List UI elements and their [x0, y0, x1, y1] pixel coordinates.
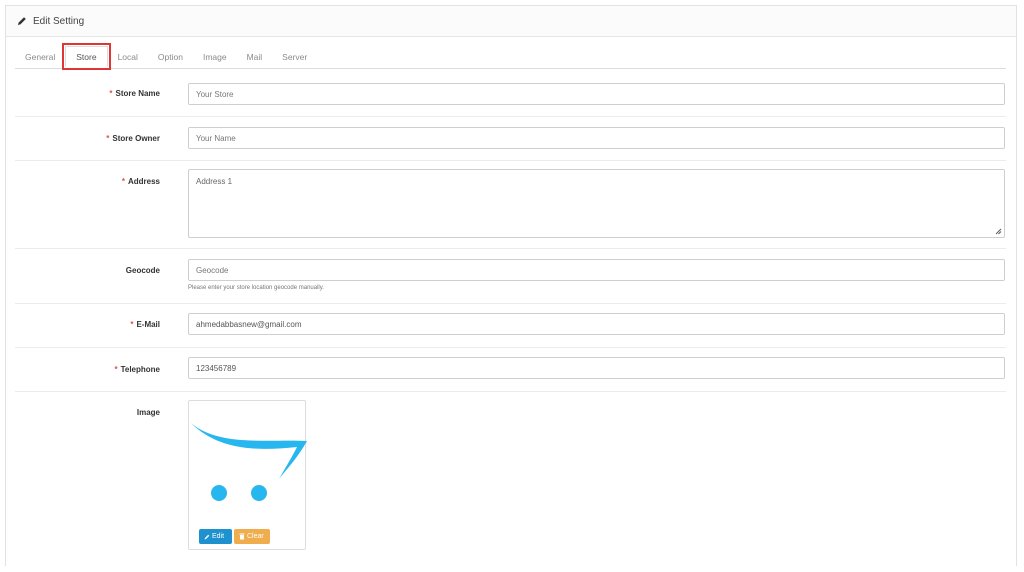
- store-name-row: * Store Name Your Store: [15, 79, 1006, 117]
- geocode-help-text: Please enter your store location geocode…: [188, 285, 324, 291]
- email-row: * E-Mail ahmedabbasnew@gmail.com: [15, 304, 1006, 348]
- required-mark: *: [121, 177, 125, 186]
- required-mark: *: [114, 365, 118, 374]
- edit-image-label: Edit: [212, 533, 225, 540]
- telephone-label: * Telephone: [114, 365, 160, 374]
- email-label: * E-Mail: [130, 320, 160, 329]
- address-label-text: Address: [127, 177, 160, 186]
- edit-image-button[interactable]: Edit: [199, 529, 232, 544]
- telephone-row: * Telephone 123456789: [15, 348, 1006, 392]
- tab-store[interactable]: Store: [62, 43, 111, 70]
- resize-handle-icon[interactable]: [995, 228, 1002, 235]
- clear-image-button[interactable]: Clear: [234, 529, 270, 544]
- store-name-input[interactable]: Your Store: [188, 83, 1005, 105]
- trash-icon: [239, 533, 245, 540]
- pencil-icon: [204, 534, 210, 539]
- geocode-input[interactable]: Geocode: [188, 259, 1005, 281]
- panel-heading: Edit Setting: [6, 6, 1016, 37]
- geocode-label: Geocode: [125, 266, 160, 275]
- pencil-icon: [18, 17, 26, 25]
- tab-option[interactable]: Option: [148, 46, 193, 67]
- tab-server[interactable]: Server: [272, 46, 317, 67]
- address-label: * Address: [122, 177, 160, 186]
- edit-setting-panel: Edit Setting General Store Local Option …: [5, 5, 1017, 566]
- image-row: Image Edit Clear: [15, 392, 1006, 572]
- image-label: Image: [136, 408, 160, 417]
- tab-general[interactable]: General: [15, 46, 65, 67]
- address-textarea[interactable]: Address 1: [188, 169, 1005, 238]
- settings-tabs: General Store Local Option Image Mail Se…: [15, 43, 1006, 70]
- required-mark: *: [109, 89, 113, 98]
- clear-image-label: Clear: [247, 533, 264, 540]
- store-image-thumbnail[interactable]: Edit Clear: [188, 400, 307, 550]
- email-input[interactable]: ahmedabbasnew@gmail.com: [188, 313, 1005, 335]
- required-mark: *: [130, 320, 134, 329]
- store-owner-input[interactable]: Your Name: [188, 127, 1005, 149]
- store-name-label-text: Store Name: [115, 89, 160, 98]
- tab-image[interactable]: Image: [193, 46, 237, 67]
- address-row: * Address Address 1: [15, 161, 1006, 249]
- store-owner-row: * Store Owner Your Name: [15, 117, 1006, 161]
- email-label-text: E-Mail: [136, 320, 160, 329]
- store-owner-label: * Store Owner: [106, 134, 160, 143]
- geocode-row: Geocode Geocode Please enter your store …: [15, 249, 1006, 304]
- required-mark: *: [106, 134, 110, 143]
- telephone-input[interactable]: 123456789: [188, 357, 1005, 379]
- tab-local[interactable]: Local: [108, 46, 148, 67]
- panel-title: Edit Setting: [33, 15, 85, 27]
- store-owner-label-text: Store Owner: [112, 134, 160, 143]
- address-placeholder: Address 1: [196, 177, 233, 186]
- tab-mail[interactable]: Mail: [237, 46, 273, 67]
- telephone-label-text: Telephone: [120, 365, 160, 374]
- store-name-label: * Store Name: [109, 89, 160, 98]
- cart-logo-image: [191, 423, 307, 501]
